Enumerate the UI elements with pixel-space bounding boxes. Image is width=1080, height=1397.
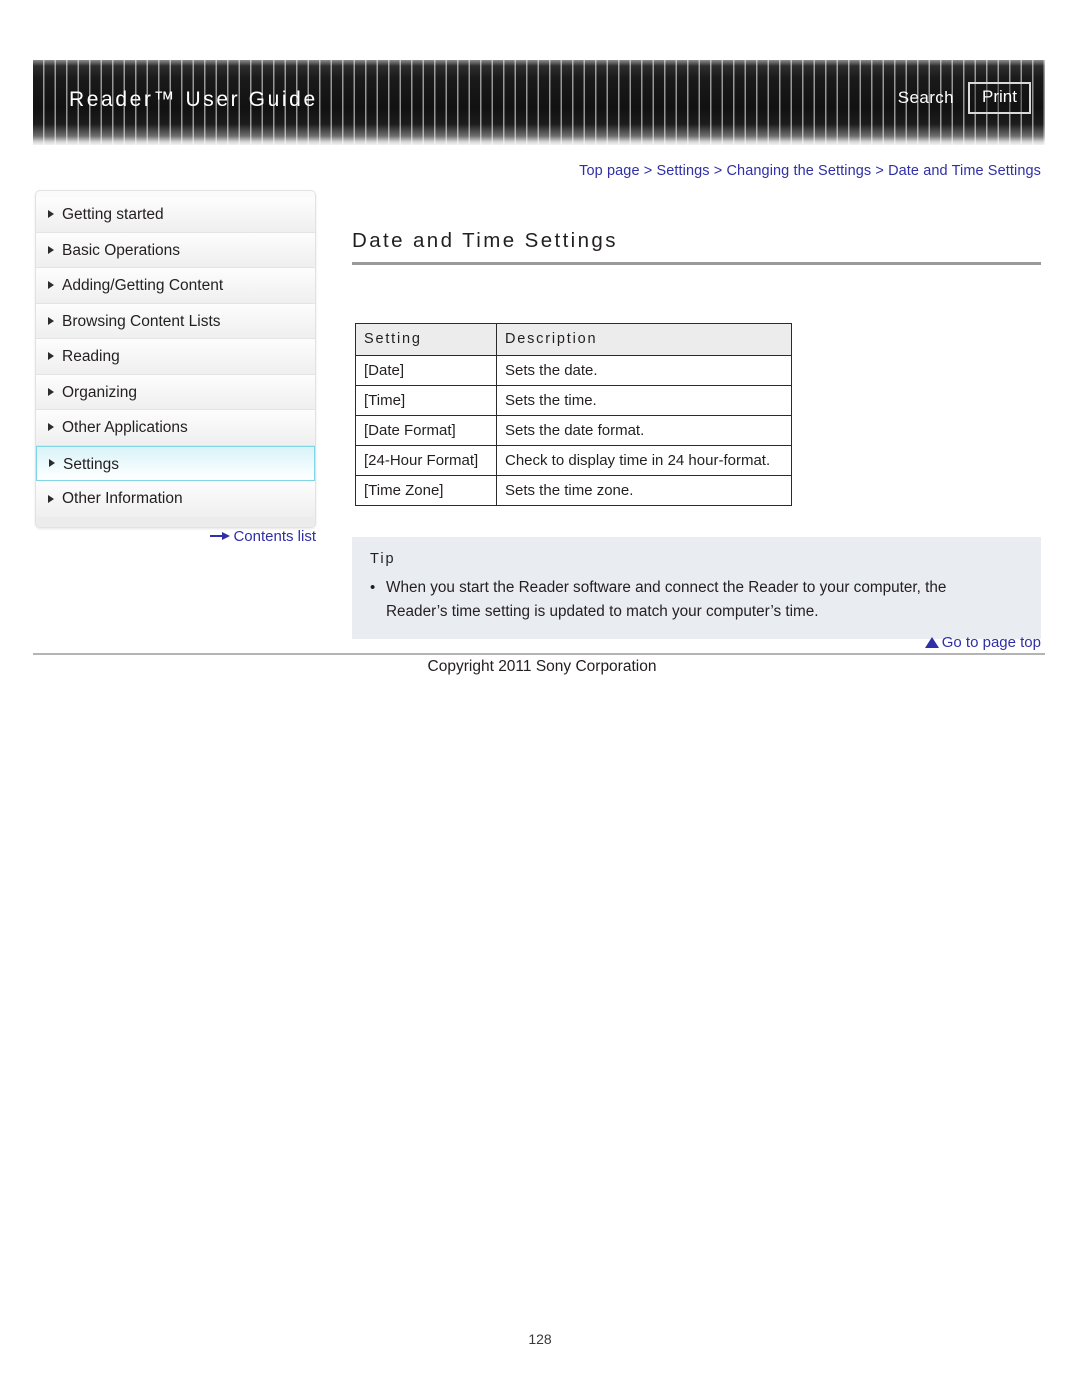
sidebar-item-label: Organizing <box>62 383 137 401</box>
sidebar-item-label: Other Applications <box>62 419 188 436</box>
column-header-setting: Setting <box>355 323 497 356</box>
sidebar-nav: Getting started Basic Operations Adding/… <box>35 190 316 528</box>
footer-divider <box>33 653 1045 655</box>
sidebar-item-other-applications[interactable]: Other Applications <box>36 410 315 446</box>
table-row: [Time Zone] Sets the time zone. <box>355 475 792 506</box>
cell-description: Sets the time zone. <box>496 475 792 506</box>
bullet-icon: • <box>370 579 376 596</box>
breadcrumb[interactable]: Top page > Settings > Changing the Setti… <box>0 163 1041 179</box>
column-header-description: Description <box>496 323 792 356</box>
cell-description: Sets the date format. <box>496 415 792 446</box>
cell-setting: [Time] <box>355 385 497 416</box>
sidebar-item-label: Other Information <box>62 490 183 507</box>
tip-bullet-row: • When you start the Reader software and… <box>370 576 1023 623</box>
copyright-text: Copyright 2011 Sony Corporation <box>427 658 657 675</box>
search-link[interactable]: Search <box>898 88 954 108</box>
tip-text: When you start the Reader software and c… <box>386 579 947 620</box>
arrow-right-icon <box>210 532 231 540</box>
sidebar-item-label: Basic Operations <box>62 241 181 259</box>
sidebar-item-getting-started[interactable]: Getting started <box>36 197 315 233</box>
sidebar-item-basic-operations[interactable]: Basic Operations <box>36 232 315 268</box>
tip-label: Tip <box>370 551 396 567</box>
print-button[interactable]: Print <box>968 82 1031 114</box>
sidebar-item-label: Getting started <box>62 206 164 223</box>
table-row: [Date Format] Sets the date format. <box>355 415 792 446</box>
header-banner: Reader™ User Guide Search Print <box>33 60 1045 145</box>
table-head: Setting Description <box>355 323 792 356</box>
sidebar-item-label: Browsing Content Lists <box>62 312 221 330</box>
table-body: [Date] Sets the date. [Time] Sets the ti… <box>355 355 792 506</box>
go-to-page-top-label: Go to page top <box>941 634 1041 651</box>
sidebar-item-label: Adding/Getting Content <box>62 277 224 294</box>
cell-setting: [Date] <box>355 355 497 386</box>
tip-box: Tip • When you start the Reader software… <box>352 537 1041 639</box>
contents-list-link[interactable]: Contents list <box>35 528 316 545</box>
sidebar-item-settings[interactable]: Settings <box>36 445 315 481</box>
sidebar-item-adding-getting-content[interactable]: Adding/Getting Content <box>36 268 315 304</box>
sidebar-item-other-information[interactable]: Other Information <box>36 481 315 517</box>
cell-setting: [24-Hour Format] <box>355 445 497 476</box>
settings-table: Setting Description [Date] Sets the date… <box>355 323 792 506</box>
title-divider <box>352 262 1041 265</box>
table-row: [Date] Sets the date. <box>355 355 792 386</box>
app-title: Reader™ User Guide <box>69 88 318 111</box>
page-title: Date and Time Settings <box>352 229 618 252</box>
table-row: [Time] Sets the time. <box>355 385 792 416</box>
sidebar-item-label: Reading <box>62 348 120 365</box>
cell-setting: [Time Zone] <box>355 475 497 506</box>
cell-description: Sets the date. <box>496 355 792 386</box>
sidebar-item-reading[interactable]: Reading <box>36 339 315 375</box>
sidebar-item-browsing-content-lists[interactable]: Browsing Content Lists <box>36 303 315 339</box>
cell-setting: [Date Format] <box>355 415 497 446</box>
page-number: 128 <box>528 1331 552 1347</box>
table-header-row: Setting Description <box>355 323 792 356</box>
table-row: [24-Hour Format] Check to display time i… <box>355 445 792 476</box>
header-actions: Search Print <box>898 82 1031 114</box>
triangle-up-icon <box>924 637 939 648</box>
go-to-page-top-link[interactable]: Go to page top <box>352 634 1041 651</box>
contents-list-label: Contents list <box>233 528 316 545</box>
sidebar-item-label: Settings <box>63 455 120 473</box>
cell-description: Check to display time in 24 hour-format. <box>496 445 792 476</box>
cell-description: Sets the time. <box>496 385 792 416</box>
sidebar-item-organizing[interactable]: Organizing <box>36 374 315 410</box>
